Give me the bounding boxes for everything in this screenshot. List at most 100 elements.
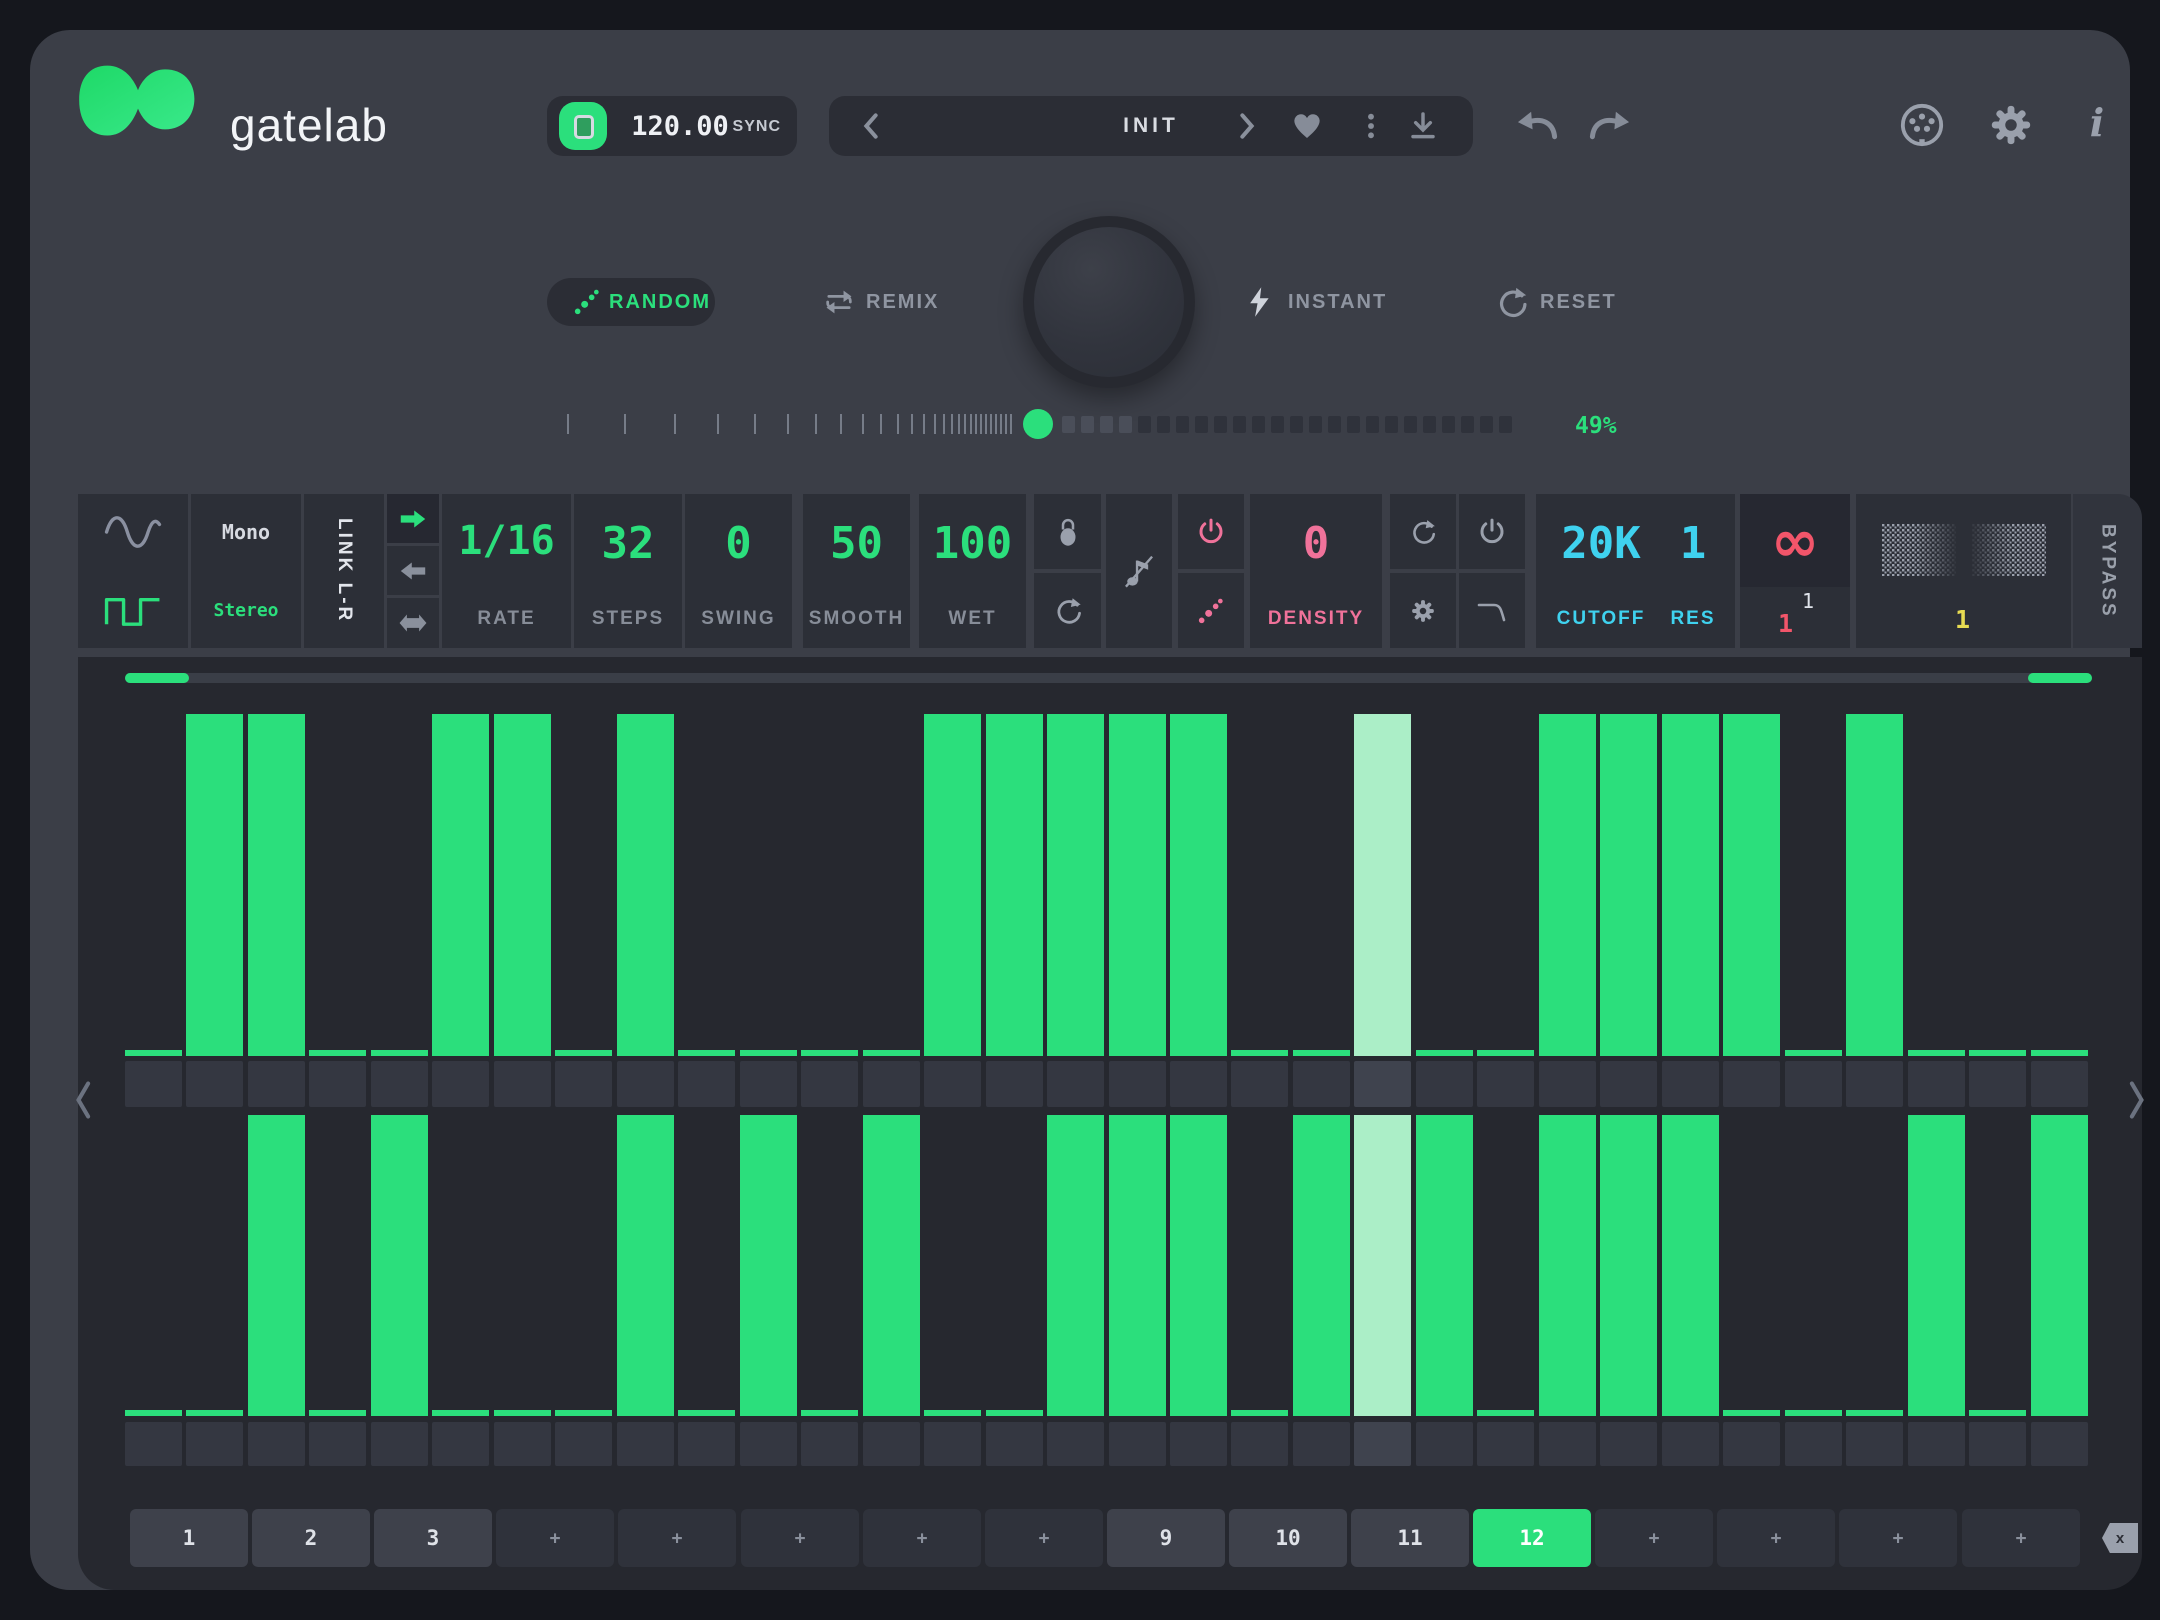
- top-step-handle-24[interactable]: [1539, 1061, 1596, 1107]
- bottom-step-handle-31[interactable]: [1969, 1422, 2026, 1466]
- top-step-handle-9[interactable]: [617, 1061, 674, 1107]
- bottom-step-handle-32[interactable]: [2031, 1422, 2088, 1466]
- filter-values-cell[interactable]: 20K CUTOFF 1 RES: [1536, 494, 1735, 648]
- top-step-handle-1[interactable]: [125, 1061, 182, 1107]
- bottom-step-handle-19[interactable]: [1231, 1422, 1288, 1466]
- top-step-handle-10[interactable]: [678, 1061, 735, 1107]
- bottom-step-handle-18[interactable]: [1170, 1422, 1227, 1466]
- bottom-step-handle-8[interactable]: [555, 1422, 612, 1466]
- top-step-handle-29[interactable]: [1846, 1061, 1903, 1107]
- bottom-step-handle-13[interactable]: [863, 1422, 920, 1466]
- infinite-repeat-button[interactable]: ∞: [1740, 494, 1850, 587]
- top-step-handle-27[interactable]: [1723, 1061, 1780, 1107]
- top-step-handle-3[interactable]: [248, 1061, 305, 1107]
- preset-next-button[interactable]: [1229, 110, 1261, 142]
- bottom-step-bar-6[interactable]: [432, 1410, 489, 1416]
- bottom-step-bar-26[interactable]: [1662, 1115, 1719, 1416]
- swing-cell[interactable]: 0 SWING: [685, 494, 792, 648]
- sine-wave-button[interactable]: [78, 494, 188, 569]
- bottom-step-handle-12[interactable]: [801, 1422, 858, 1466]
- top-step-handle-14[interactable]: [924, 1061, 981, 1107]
- density-cell[interactable]: 0 DENSITY: [1250, 494, 1382, 648]
- bottom-step-bar-9[interactable]: [617, 1115, 674, 1416]
- pattern-add-button-5[interactable]: +: [618, 1509, 736, 1567]
- top-step-handle-30[interactable]: [1908, 1061, 1965, 1107]
- step-column-14[interactable]: [924, 657, 981, 1537]
- step-column-31[interactable]: [1969, 657, 2026, 1537]
- step-column-6[interactable]: [432, 657, 489, 1537]
- bottom-step-bar-29[interactable]: [1846, 1410, 1903, 1416]
- step-column-30[interactable]: [1908, 657, 1965, 1537]
- bottom-step-bar-15[interactable]: [986, 1410, 1043, 1416]
- pattern-slot-3[interactable]: 3: [374, 1509, 492, 1567]
- link-lr-cell[interactable]: LINK L-R: [304, 494, 384, 648]
- scatter-cell[interactable]: 1: [1856, 494, 2071, 648]
- step-column-8[interactable]: [555, 657, 612, 1537]
- bpm-display[interactable]: 120.00 SYNC: [547, 96, 797, 156]
- repeat-count[interactable]: 1 1: [1740, 587, 1850, 648]
- step-column-9[interactable]: [617, 657, 674, 1537]
- pattern-add-button-4[interactable]: +: [496, 1509, 614, 1567]
- direction-left-button[interactable]: [387, 546, 439, 595]
- bottom-step-handle-2[interactable]: [186, 1422, 243, 1466]
- bottom-step-bar-3[interactable]: [248, 1115, 305, 1416]
- step-column-4[interactable]: [309, 657, 366, 1537]
- top-step-handle-20[interactable]: [1293, 1061, 1350, 1107]
- top-step-bar-2[interactable]: [186, 714, 243, 1056]
- bottom-step-handle-29[interactable]: [1846, 1422, 1903, 1466]
- top-step-bar-17[interactable]: [1109, 714, 1166, 1056]
- step-column-13[interactable]: [863, 657, 920, 1537]
- bottom-step-handle-27[interactable]: [1723, 1422, 1780, 1466]
- pattern-add-button-6[interactable]: +: [741, 1509, 859, 1567]
- direction-pingpong-button[interactable]: [387, 598, 439, 648]
- filter-type-button[interactable]: [1459, 573, 1525, 648]
- step-column-2[interactable]: [186, 657, 243, 1537]
- top-step-handle-2[interactable]: [186, 1061, 243, 1107]
- undo-button[interactable]: [1515, 106, 1559, 144]
- bottom-step-bar-14[interactable]: [924, 1410, 981, 1416]
- top-step-handle-23[interactable]: [1477, 1061, 1534, 1107]
- bottom-step-bar-23[interactable]: [1477, 1410, 1534, 1416]
- top-step-bar-19[interactable]: [1231, 1050, 1288, 1056]
- bottom-step-bar-19[interactable]: [1231, 1410, 1288, 1416]
- macro-slider-handle[interactable]: [1023, 409, 1053, 439]
- top-step-bar-25[interactable]: [1600, 714, 1657, 1056]
- pattern-slot-11[interactable]: 11: [1351, 1509, 1469, 1567]
- direction-right-button[interactable]: [387, 494, 439, 543]
- bottom-step-handle-26[interactable]: [1662, 1422, 1719, 1466]
- top-step-bar-16[interactable]: [1047, 714, 1104, 1056]
- info-icon[interactable]: i: [2082, 100, 2112, 150]
- step-column-32[interactable]: [2031, 657, 2088, 1537]
- bottom-step-bar-18[interactable]: [1170, 1115, 1227, 1416]
- top-step-handle-6[interactable]: [432, 1061, 489, 1107]
- top-step-bar-1[interactable]: [125, 1050, 182, 1056]
- bottom-step-bar-30[interactable]: [1908, 1115, 1965, 1416]
- bottom-step-handle-5[interactable]: [371, 1422, 428, 1466]
- top-step-bar-15[interactable]: [986, 714, 1043, 1056]
- top-step-bar-20[interactable]: [1293, 1050, 1350, 1056]
- bottom-step-handle-11[interactable]: [740, 1422, 797, 1466]
- favorite-heart-icon[interactable]: [1291, 110, 1323, 142]
- pattern-add-button-16[interactable]: +: [1962, 1509, 2080, 1567]
- redo-button[interactable]: [1588, 106, 1632, 144]
- top-step-handle-15[interactable]: [986, 1061, 1043, 1107]
- bottom-step-bar-28[interactable]: [1785, 1410, 1842, 1416]
- bottom-step-handle-17[interactable]: [1109, 1422, 1166, 1466]
- bottom-step-handle-21[interactable]: [1354, 1422, 1411, 1466]
- bottom-step-bar-25[interactable]: [1600, 1115, 1657, 1416]
- bottom-step-bar-21[interactable]: [1354, 1115, 1411, 1416]
- pattern-slot-12[interactable]: 12: [1473, 1509, 1591, 1567]
- step-column-11[interactable]: [740, 657, 797, 1537]
- top-step-bar-9[interactable]: [617, 714, 674, 1056]
- pattern-add-button-14[interactable]: +: [1717, 1509, 1835, 1567]
- pattern-add-button-13[interactable]: +: [1595, 1509, 1713, 1567]
- top-step-handle-11[interactable]: [740, 1061, 797, 1107]
- wet-cell[interactable]: 100 WET: [919, 494, 1026, 648]
- bottom-step-handle-1[interactable]: [125, 1422, 182, 1466]
- bottom-step-handle-28[interactable]: [1785, 1422, 1842, 1466]
- step-column-27[interactable]: [1723, 657, 1780, 1537]
- save-download-icon[interactable]: [1407, 110, 1439, 142]
- bottom-step-bar-11[interactable]: [740, 1115, 797, 1416]
- sync-toggle[interactable]: SYNC: [733, 118, 781, 136]
- bottom-step-bar-1[interactable]: [125, 1410, 182, 1416]
